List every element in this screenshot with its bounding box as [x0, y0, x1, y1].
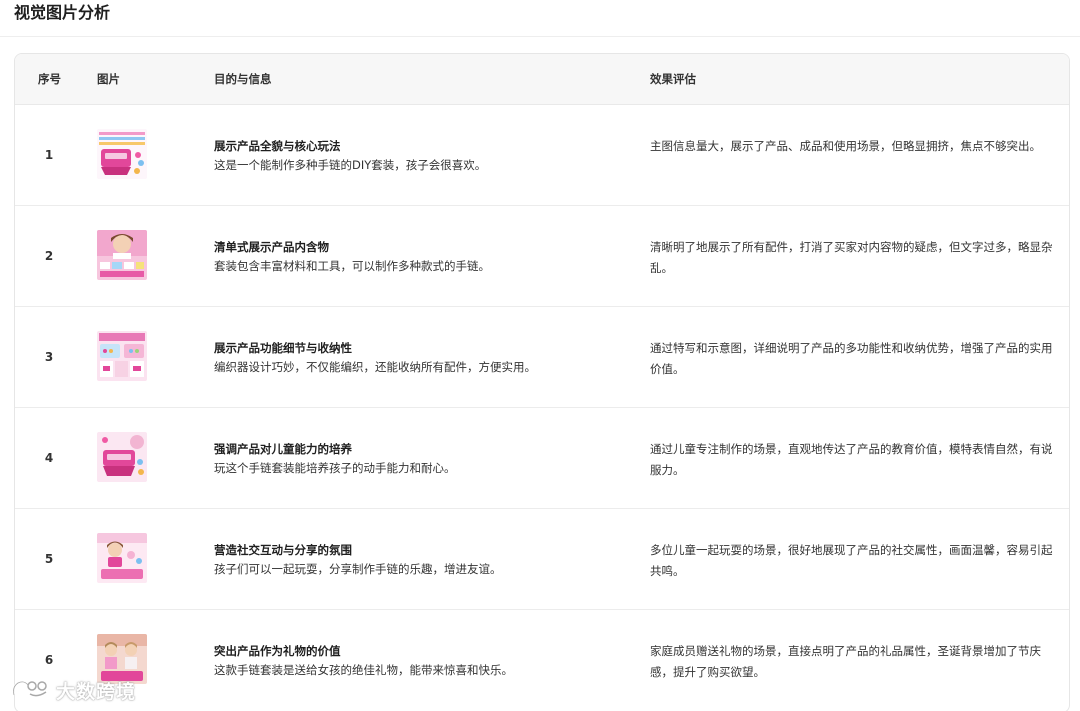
purpose-cell: 清单式展示产品内含物 套装包含丰富材料和工具，可以制作多种款式的手链。 [214, 239, 634, 276]
table-row: 5 营造社交互动与分享的氛围 孩子们可以一起玩耍，分享制作手链的乐趣，增进友谊。… [15, 509, 1069, 610]
header-image: 图片 [97, 72, 120, 86]
header-seq: 序号 [38, 72, 61, 86]
purpose-desc: 这是一个能制作多种手链的DIY套装，孩子会很喜欢。 [214, 158, 487, 172]
purpose-desc: 套装包含丰富材料和工具，可以制作多种款式的手链。 [214, 259, 490, 273]
evaluation-text: 通过特写和示意图，详细说明了产品的多功能性和收纳优势，增强了产品的实用价值。 [650, 341, 1053, 376]
purpose-title: 展示产品全貌与核心玩法 [214, 139, 341, 153]
table-row: 2 清单式展示产品内含物 套装包含丰富材料和工具，可以制作多种款式的手链。 清晰… [15, 206, 1069, 307]
purpose-desc: 这款手链套装是送给女孩的绝佳礼物，能带来惊喜和快乐。 [214, 663, 513, 677]
evaluation-text: 清晰明了地展示了所有配件，打消了买家对内容物的疑虑，但文字过多，略显杂乱。 [650, 240, 1053, 275]
evaluation-text: 主图信息量大，展示了产品、成品和使用场景，但略显拥挤，焦点不够突出。 [650, 139, 1041, 153]
social-play-thumbnail[interactable] [97, 533, 147, 583]
purpose-title: 营造社交互动与分享的氛围 [214, 543, 352, 557]
watermark-logo-icon [10, 677, 50, 703]
purpose-cell: 营造社交互动与分享的氛围 孩子们可以一起玩耍，分享制作手链的乐趣，增进友谊。 [214, 542, 634, 579]
row-seq: 3 [44, 350, 54, 364]
purpose-desc: 编织器设计巧妙，不仅能编织，还能收纳所有配件，方便实用。 [214, 360, 536, 374]
evaluation-text: 家庭成员赠送礼物的场景，直接点明了产品的礼品属性，圣诞背景增加了节庆感，提升了购… [650, 644, 1041, 679]
page-header: 视觉图片分析 [0, 0, 1080, 37]
purpose-desc: 孩子们可以一起玩耍，分享制作手链的乐趣，增进友谊。 [214, 562, 502, 576]
purpose-title: 突出产品作为礼物的价值 [214, 644, 341, 658]
purpose-cell: 展示产品功能细节与收纳性 编织器设计巧妙，不仅能编织，还能收纳所有配件，方便实用… [214, 340, 634, 377]
child-skills-thumbnail[interactable] [97, 432, 147, 482]
evaluation-text: 通过儿童专注制作的场景，直观地传达了产品的教育价值，模特表情自然，有说服力。 [650, 442, 1053, 477]
purpose-title: 展示产品功能细节与收纳性 [214, 341, 352, 355]
kit-contents-thumbnail[interactable] [97, 230, 147, 280]
table-row: 3 展示产品功能细节与收纳性 编织器设计巧妙，不仅能编织，还能收纳所有配件，方便… [15, 307, 1069, 408]
row-seq: 5 [44, 552, 54, 566]
evaluation-text: 多位儿童一起玩耍的场景，很好地展现了产品的社交属性，画面温馨，容易引起共鸣。 [650, 543, 1053, 578]
purpose-title: 清单式展示产品内含物 [214, 240, 329, 254]
table-row: 6 突出产品作为礼物的价值 这款手链套装是送给女孩的绝佳礼物，能带来惊喜和快乐。… [15, 610, 1069, 711]
header-purpose: 目的与信息 [214, 72, 272, 86]
watermark-text: 大数跨境 [56, 680, 137, 703]
row-seq: 2 [44, 249, 54, 263]
watermark: 大数跨境 [10, 676, 136, 704]
row-seq: 1 [44, 148, 54, 162]
table-header: 序号 图片 目的与信息 效果评估 [15, 54, 1069, 105]
function-detail-thumbnail[interactable] [97, 331, 147, 381]
purpose-cell: 展示产品全貌与核心玩法 这是一个能制作多种手链的DIY套装，孩子会很喜欢。 [214, 138, 634, 175]
table-row: 1 展示产品全貌与核心玩法 这是一个能制作多种手链的DIY套装，孩子会很喜欢。 … [15, 105, 1069, 206]
purpose-desc: 玩这个手链套装能培养孩子的动手能力和耐心。 [214, 461, 456, 475]
analysis-table: 序号 图片 目的与信息 效果评估 1 展示产品全貌与核心玩法 这是一个能制作多种… [14, 53, 1070, 711]
page-title: 视觉图片分析 [14, 3, 111, 22]
row-seq: 4 [44, 451, 54, 465]
purpose-cell: 突出产品作为礼物的价值 这款手链套装是送给女孩的绝佳礼物，能带来惊喜和快乐。 [214, 643, 634, 680]
product-kit-thumbnail[interactable] [97, 129, 147, 179]
purpose-title: 强调产品对儿童能力的培养 [214, 442, 352, 456]
header-evaluation: 效果评估 [650, 72, 696, 86]
table-row: 4 强调产品对儿童能力的培养 玩这个手链套装能培养孩子的动手能力和耐心。 通过儿… [15, 408, 1069, 509]
purpose-cell: 强调产品对儿童能力的培养 玩这个手链套装能培养孩子的动手能力和耐心。 [214, 441, 634, 478]
